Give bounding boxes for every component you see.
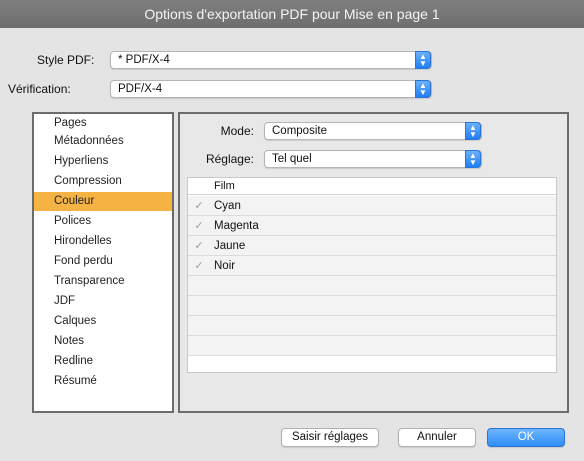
sidebar-item-calques[interactable]: Calques [34, 312, 172, 331]
capture-settings-button[interactable]: Saisir réglages [281, 428, 379, 447]
sidebar-item-jdf[interactable]: JDF [34, 292, 172, 311]
film-row-jaune[interactable]: ✓ Jaune [188, 236, 556, 256]
film-name: Magenta [214, 220, 259, 232]
pdf-style-label: Style PDF: [37, 53, 95, 67]
checkmark-icon[interactable]: ✓ [193, 240, 205, 252]
verification-label: Vérification: [8, 82, 71, 96]
checkmark-icon[interactable]: ✓ [193, 220, 205, 232]
film-row-empty [188, 336, 556, 356]
film-row-empty [188, 316, 556, 336]
cancel-button[interactable]: Annuler [398, 428, 476, 447]
sidebar-item-compression[interactable]: Compression [34, 172, 172, 191]
film-row-magenta[interactable]: ✓ Magenta [188, 216, 556, 236]
sidebar-item-transparence[interactable]: Transparence [34, 272, 172, 291]
film-row-empty [188, 296, 556, 316]
sidebar-item-hyperliens[interactable]: Hyperliens [34, 152, 172, 171]
film-name: Noir [214, 260, 236, 272]
export-dialog: Style PDF: * PDF/X-4 ▲ ▼ Vérification: PD… [0, 28, 584, 461]
sidebar-item-hirondelles[interactable]: Hirondelles [34, 232, 172, 251]
mode-label: Mode: [220, 124, 254, 138]
mode-select[interactable]: Composite ▲ ▼ [264, 122, 482, 140]
up-down-chevron-icon: ▲ ▼ [465, 150, 481, 168]
film-name: Jaune [214, 240, 246, 252]
film-row-noir[interactable]: ✓ Noir [188, 256, 556, 276]
sidebar-item-notes[interactable]: Notes [34, 332, 172, 351]
up-down-chevron-icon: ▲ ▼ [415, 80, 431, 98]
pdf-style-select[interactable]: * PDF/X-4 ▲ ▼ [110, 51, 432, 69]
sidebar-item-pages[interactable]: Pages [34, 114, 172, 133]
category-sidebar: Pages Métadonnées Hyperliens Compression… [32, 112, 174, 413]
film-row-cyan[interactable]: ✓ Cyan [188, 196, 556, 216]
checkmark-icon[interactable]: ✓ [193, 200, 205, 212]
ok-button[interactable]: OK [487, 428, 565, 447]
window-titlebar: Options d'exportation PDF pour Mise en p… [0, 0, 584, 28]
pdf-style-value: * PDF/X-4 [118, 54, 170, 66]
up-down-chevron-icon: ▲ ▼ [465, 122, 481, 140]
film-table-header: Film [188, 178, 556, 195]
film-row-empty [188, 276, 556, 296]
sidebar-item-metadonnees[interactable]: Métadonnées [34, 132, 172, 151]
setting-label: Réglage: [205, 152, 254, 166]
mode-value: Composite [272, 125, 327, 137]
film-table: Film ✓ Cyan ✓ Magenta ✓ Jaune ✓ Noir [187, 177, 557, 373]
sidebar-item-polices[interactable]: Polices [34, 212, 172, 231]
window-title: Options d'exportation PDF pour Mise en p… [144, 6, 440, 22]
sidebar-item-couleur[interactable]: Couleur [34, 192, 172, 211]
sidebar-item-redline[interactable]: Redline [34, 352, 172, 371]
sidebar-item-resume[interactable]: Résumé [34, 372, 172, 391]
sidebar-item-fond-perdu[interactable]: Fond perdu [34, 252, 172, 271]
verification-value: PDF/X-4 [118, 83, 163, 95]
verification-select[interactable]: PDF/X-4 ▲ ▼ [110, 80, 432, 98]
setting-value: Tel quel [272, 153, 312, 165]
film-name: Cyan [214, 200, 241, 212]
checkmark-icon[interactable]: ✓ [193, 260, 205, 272]
up-down-chevron-icon: ▲ ▼ [415, 51, 431, 69]
setting-select[interactable]: Tel quel ▲ ▼ [264, 150, 482, 168]
